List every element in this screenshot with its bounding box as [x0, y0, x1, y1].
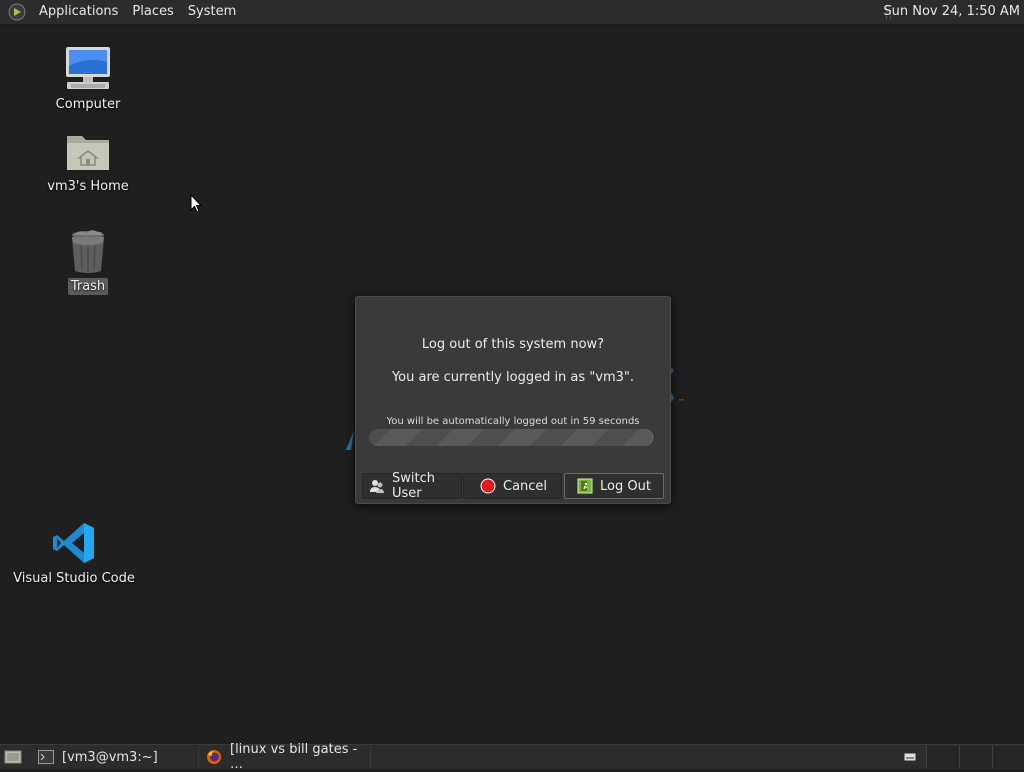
menu-system[interactable]: System	[181, 0, 243, 24]
logout-dialog: Log out of this system now? You are curr…	[355, 296, 671, 504]
clock[interactable]: Sun Nov 24, 1:50 AM	[883, 0, 1020, 24]
workspace-3[interactable]	[992, 746, 1024, 768]
computer-icon	[63, 44, 113, 94]
bottom-panel: [vm3@vm3:~] [linux vs bill gates - …	[0, 742, 1024, 772]
mouse-cursor-icon	[190, 194, 202, 213]
cancel-label: Cancel	[503, 478, 548, 494]
log-out-button[interactable]: Log Out	[564, 473, 664, 499]
terminal-icon	[38, 749, 54, 765]
menu-applications[interactable]: Applications	[32, 0, 125, 24]
trash-icon	[63, 226, 113, 276]
switch-user-label: Switch User	[392, 471, 435, 501]
workspace-2[interactable]	[959, 746, 992, 768]
taskbar-item-label: [vm3@vm3:~]	[62, 749, 158, 765]
show-desktop-icon	[4, 750, 22, 764]
desktop-icon-trash[interactable]: Trash	[48, 226, 128, 295]
firefox-icon	[206, 749, 222, 765]
desktop-icon-home[interactable]: vm3's Home	[47, 126, 129, 195]
dialog-question: Log out of this system now?	[421, 337, 605, 352]
switch-user-icon	[369, 478, 385, 494]
wallpaper-logo-fragment: ™	[670, 366, 685, 406]
vscode-icon	[49, 518, 99, 568]
countdown-text: You will be automatically logged out in …	[386, 416, 640, 427]
keyboard-icon	[904, 753, 916, 761]
desktop-icon-computer[interactable]: Computer	[48, 44, 128, 113]
desktop-icon-label: vm3's Home	[47, 179, 129, 194]
show-desktop-button[interactable]	[2, 747, 24, 767]
log-out-icon	[577, 478, 593, 494]
switch-user-button[interactable]: Switch User	[362, 471, 462, 501]
desktop-icon-label: Computer	[55, 97, 121, 112]
desktop-icon-label: Trash	[67, 278, 109, 295]
log-out-label: Log Out	[600, 478, 651, 494]
taskbar-item-firefox[interactable]: [linux vs bill gates - …	[200, 742, 371, 772]
desktop-icon-label: Visual Studio Code	[13, 571, 135, 586]
home-folder-icon	[63, 126, 113, 176]
countdown-progress-fill	[369, 429, 654, 446]
workspace-1[interactable]	[926, 746, 959, 768]
cancel-icon	[480, 478, 496, 494]
svg-text:™: ™	[678, 398, 685, 406]
keyboard-indicator[interactable]	[898, 749, 922, 765]
cancel-button[interactable]: Cancel	[463, 473, 562, 499]
dialog-status-text: You are currently logged in as "vm3".	[391, 370, 635, 385]
desktop-icon-vscode[interactable]: Visual Studio Code	[13, 518, 135, 587]
menu-places[interactable]: Places	[125, 0, 180, 24]
distro-logo-icon[interactable]	[8, 3, 26, 21]
taskbar-item-terminal[interactable]: [vm3@vm3:~]	[32, 746, 199, 768]
countdown-progress-bar	[369, 429, 655, 446]
top-panel: Applications Places System Sun Nov 24, 1…	[0, 0, 1024, 25]
